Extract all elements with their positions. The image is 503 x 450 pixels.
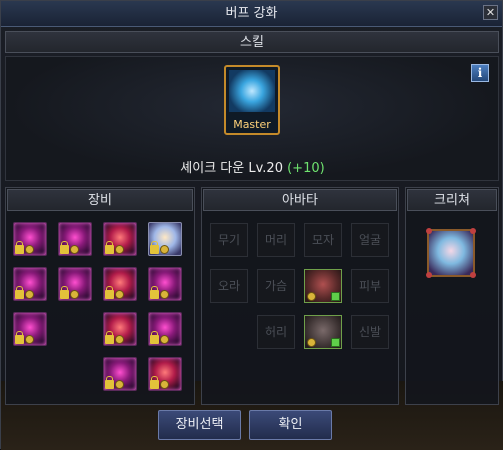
coin-icon [160, 290, 169, 299]
info-button[interactable]: i [471, 64, 489, 82]
lock-icon [15, 331, 24, 344]
coin-icon [25, 245, 34, 254]
lock-icon [105, 376, 114, 389]
equipment-slot[interactable] [103, 222, 137, 256]
coin-icon [70, 245, 79, 254]
lock-icon [15, 241, 24, 254]
equipment-slot[interactable] [148, 267, 182, 301]
equipment-slot[interactable] [13, 267, 47, 301]
lock-icon [105, 241, 114, 254]
coin-icon [307, 292, 316, 301]
lock-icon [60, 241, 69, 254]
equipment-slot[interactable] [148, 312, 182, 346]
equipment-slot[interactable] [103, 267, 137, 301]
avatar-slot-waist[interactable]: 허리 [257, 315, 295, 349]
equipment-slot[interactable] [103, 357, 137, 391]
equipped-mark-icon [331, 338, 340, 347]
creature-panel [405, 187, 499, 405]
equipment-slot[interactable] [148, 222, 182, 256]
equipment-slot[interactable] [58, 222, 92, 256]
coin-icon [115, 245, 124, 254]
confirm-button[interactable]: 확인 [249, 410, 332, 440]
coin-icon [115, 380, 124, 389]
avatar-item-pants[interactable] [304, 315, 342, 349]
avatar-header: 아바타 [203, 189, 397, 211]
skill-section-header: 스킬 [5, 31, 499, 53]
coin-icon [307, 338, 316, 347]
coin-icon [160, 245, 169, 254]
frame-corner [426, 228, 432, 234]
lock-icon [60, 286, 69, 299]
coin-icon [115, 335, 124, 344]
lock-icon [150, 241, 159, 254]
lightning-icon [229, 70, 275, 112]
skill-name: 셰이크 다운 Lv.20 [180, 161, 283, 176]
equipment-slot[interactable] [103, 312, 137, 346]
creature-slot[interactable] [426, 228, 476, 278]
lock-icon [150, 331, 159, 344]
equipment-slot[interactable] [58, 267, 92, 301]
coin-icon [160, 335, 169, 344]
skill-name-line: 셰이크 다운 Lv.20 (+10) [1, 157, 503, 176]
lock-icon [15, 286, 24, 299]
frame-corner [470, 272, 476, 278]
equipped-mark-icon [331, 292, 340, 301]
coin-icon [25, 290, 34, 299]
coin-icon [70, 290, 79, 299]
equipment-header: 장비 [7, 189, 193, 211]
avatar-slot-hat[interactable]: 모자 [304, 223, 342, 257]
coin-icon [115, 290, 124, 299]
equipment-slot[interactable] [13, 312, 47, 346]
skill-icon[interactable]: Master [224, 65, 280, 135]
select-equipment-button[interactable]: 장비선택 [158, 410, 241, 440]
avatar-slot-aura[interactable]: 오라 [210, 269, 248, 303]
avatar-slot-chest[interactable]: 가슴 [257, 269, 295, 303]
coin-icon [25, 335, 34, 344]
close-button[interactable]: ✕ [483, 5, 498, 20]
equipment-slot[interactable] [13, 222, 47, 256]
frame-corner [470, 228, 476, 234]
lock-icon [105, 331, 114, 344]
frame-corner [426, 272, 432, 278]
lock-icon [150, 376, 159, 389]
lock-icon [150, 286, 159, 299]
avatar-item-top[interactable] [304, 269, 342, 303]
buff-enhance-window: 버프 강화 ✕ 스킬 i Master 셰이크 다운 Lv.20 (+10) 장… [0, 0, 503, 450]
lock-icon [105, 286, 114, 299]
skill-bonus: (+10) [287, 161, 325, 176]
avatar-slot-shoes[interactable]: 신발 [351, 315, 389, 349]
window-title: 버프 강화 [1, 1, 502, 27]
avatar-slot-face[interactable]: 얼굴 [351, 223, 389, 257]
avatar-slot-skin[interactable]: 피부 [351, 269, 389, 303]
avatar-slot-weapon[interactable]: 무기 [210, 223, 248, 257]
equipment-slot[interactable] [148, 357, 182, 391]
avatar-slot-hair[interactable]: 머리 [257, 223, 295, 257]
master-tag: Master [233, 118, 271, 131]
coin-icon [160, 380, 169, 389]
creature-header: 크리쳐 [407, 189, 497, 211]
